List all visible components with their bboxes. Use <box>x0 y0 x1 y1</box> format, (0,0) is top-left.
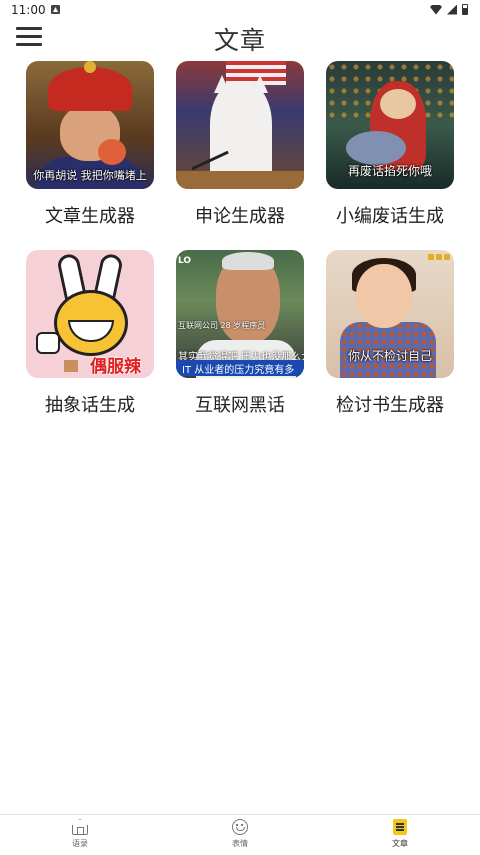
nav-quotes[interactable]: 语录 <box>50 819 110 849</box>
card-editor-nonsense[interactable]: 再废话掐死你哦 小编废话生成 <box>325 61 455 228</box>
card-label: 检讨书生成器 <box>336 395 444 416</box>
nav-label: 文章 <box>392 839 408 848</box>
thumbnail-caption: IT 从业者的压力究竟有多 <box>182 365 295 376</box>
smile-icon <box>232 819 248 835</box>
nav-articles[interactable]: 文章 <box>370 819 430 849</box>
home-icon <box>72 819 88 835</box>
card-internet-jargon[interactable]: LO 互联网公司 28 岁程序员 其实我觉得吧 压力也没那么大 IT 从业者的压… <box>175 250 305 417</box>
card-essay-generator[interactable]: 申论生成器 <box>175 61 305 228</box>
card-thumbnail: 你再胡说 我把你嘴堵上 <box>26 61 154 189</box>
card-thumbnail: 偶服辣 <box>26 250 154 378</box>
card-thumbnail <box>176 61 304 189</box>
status-icons <box>430 4 468 15</box>
nav-stickers[interactable]: 表情 <box>210 819 270 849</box>
card-abstract-talk[interactable]: 偶服辣 抽象话生成 <box>25 250 155 417</box>
card-label: 文章生成器 <box>45 206 135 227</box>
signal-icon <box>447 4 457 15</box>
thumbnail-caption: 你从不检讨自己 <box>347 349 432 363</box>
card-thumbnail: 你从不检讨自己 <box>326 250 454 378</box>
status-time: 11:00 <box>11 3 46 17</box>
document-icon <box>393 819 407 835</box>
card-label: 抽象话生成 <box>45 395 135 416</box>
thumbnail-caption: 你再胡说 我把你嘴堵上 <box>33 169 147 182</box>
bottom-navigation: 语录 表情 文章 <box>0 814 480 855</box>
card-label: 互联网黑话 <box>195 395 285 416</box>
wifi-icon <box>430 4 442 15</box>
page-title: 文章 <box>213 26 266 55</box>
card-label: 申论生成器 <box>195 206 285 227</box>
battery-icon <box>462 4 468 15</box>
card-self-criticism[interactable]: 你从不检讨自己 检讨书生成器 <box>325 250 455 417</box>
thumbnail-caption: 偶服辣 <box>90 357 141 377</box>
thumbnail-caption: 再废话掐死你哦 <box>347 164 432 178</box>
card-article-generator[interactable]: 你再胡说 我把你嘴堵上 文章生成器 <box>25 61 155 228</box>
card-label: 小编废话生成 <box>336 206 444 227</box>
card-thumbnail: LO 互联网公司 28 岁程序员 其实我觉得吧 压力也没那么大 IT 从业者的压… <box>176 250 304 378</box>
notification-icon <box>51 5 60 14</box>
status-bar: 11:00 <box>0 0 480 22</box>
nav-label: 语录 <box>72 839 88 848</box>
card-thumbnail: 再废话掐死你哦 <box>326 61 454 189</box>
thumbnail-caption: 互联网公司 28 岁程序员 <box>178 321 266 330</box>
nav-label: 表情 <box>232 839 248 848</box>
